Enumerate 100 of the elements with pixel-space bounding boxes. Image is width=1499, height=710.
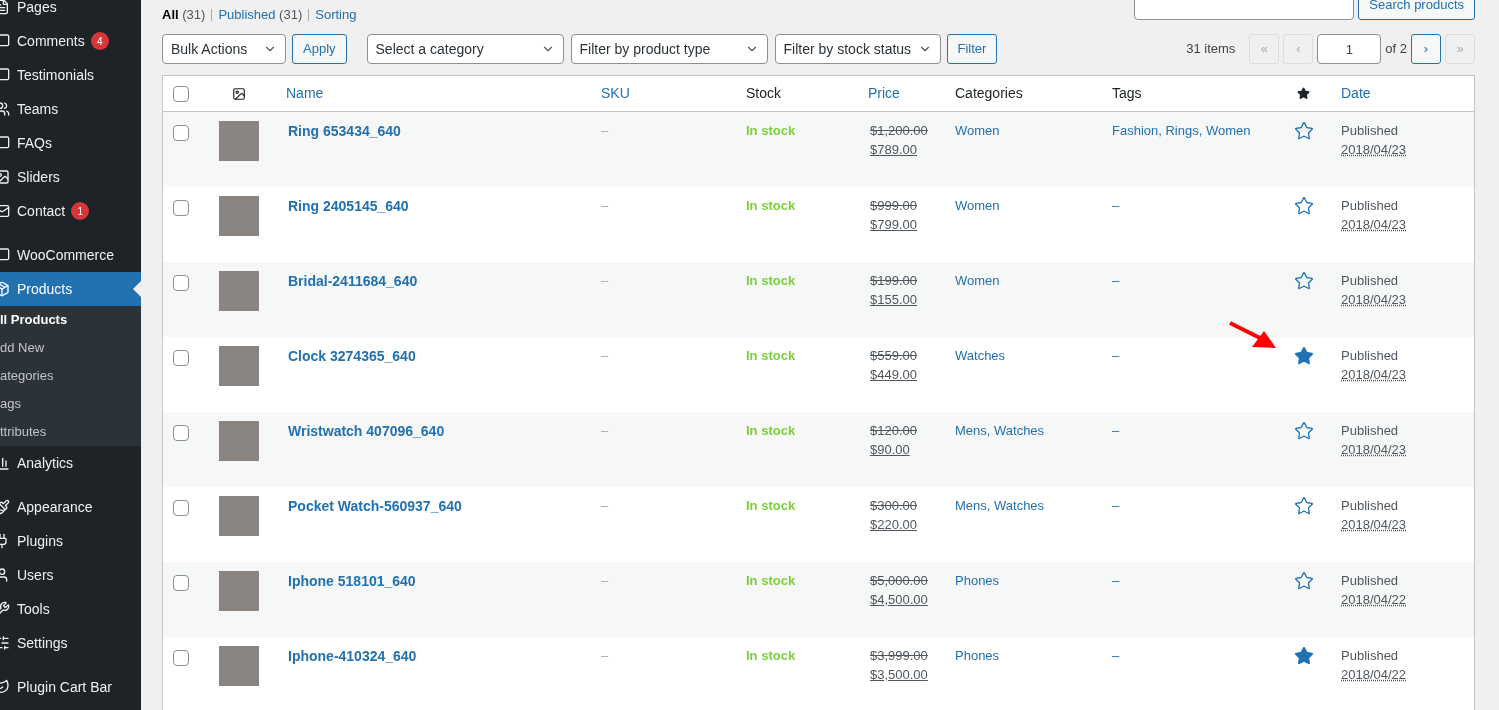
outline-star-icon[interactable] <box>1293 421 1314 441</box>
post-status: Published <box>1341 647 1400 665</box>
post-status: Published <box>1341 497 1400 515</box>
category-link[interactable]: Women <box>955 123 1000 138</box>
post-status: Published <box>1341 572 1400 590</box>
sku-text: – <box>601 423 609 438</box>
outline-star-icon[interactable] <box>1293 121 1314 141</box>
search-button[interactable]: Search products <box>1358 0 1475 20</box>
sku-text: – <box>601 648 609 663</box>
dropdown-select[interactable]: Select a category <box>366 34 564 64</box>
product-name-link[interactable]: Bridal-2411684_640 <box>288 273 418 289</box>
menu-item[interactable]: Analytics <box>0 446 141 480</box>
post-status: Published <box>1341 422 1400 440</box>
view-link[interactable]: All (31) <box>162 5 206 25</box>
column-header[interactable]: Name <box>286 85 324 101</box>
menu-item[interactable]: Contact 1 <box>0 194 141 228</box>
publish-date: 2018/04/22 <box>1341 666 1407 684</box>
menu-item[interactable]: Pages <box>0 0 141 24</box>
post-status: Published <box>1341 347 1400 365</box>
dropdown-select[interactable]: Filter by stock status <box>774 34 941 64</box>
column-header[interactable]: Price <box>868 85 900 101</box>
dropdown-select[interactable]: Bulk Actions <box>162 34 286 64</box>
submenu-item[interactable]: ags <box>0 390 141 418</box>
sku-text: – <box>601 273 609 288</box>
menu-item[interactable]: Sliders <box>0 160 141 194</box>
submenu-item[interactable]: dd New <box>0 334 141 362</box>
row-checkbox[interactable] <box>173 650 189 666</box>
menu-item[interactable]: Tools <box>0 592 141 626</box>
product-name-link[interactable]: Iphone 518101_640 <box>288 573 416 589</box>
stock-status: In stock <box>746 348 796 363</box>
dropdown-select[interactable]: Filter by product type <box>570 34 768 64</box>
outline-star-icon[interactable] <box>1293 196 1314 216</box>
stock-status: In stock <box>746 423 796 438</box>
regular-price: $1,200.00 <box>870 122 928 140</box>
publish-date: 2018/04/23 <box>1341 441 1407 459</box>
stock-status: In stock <box>746 123 796 138</box>
filter-button[interactable]: Filter <box>946 34 998 64</box>
menu-item[interactable]: Settings <box>0 626 141 660</box>
outline-star-icon[interactable] <box>1293 496 1314 516</box>
image-icon <box>231 86 246 101</box>
outline-star-icon[interactable] <box>1293 271 1314 291</box>
product-name-link[interactable]: Ring 653434_640 <box>288 123 401 139</box>
menu-item[interactable]: Products <box>0 272 141 306</box>
menu-item[interactable]: Plugins <box>0 524 141 558</box>
column-header[interactable]: SKU <box>601 85 630 101</box>
star-icon <box>1297 87 1310 100</box>
submenu-item[interactable]: ategories <box>0 362 141 390</box>
row-checkbox[interactable] <box>173 575 189 591</box>
row-checkbox[interactable] <box>173 200 189 216</box>
column-header[interactable]: Date <box>1341 85 1371 101</box>
category-link[interactable]: Phones <box>955 573 1000 588</box>
category-link[interactable]: Mens, Watches <box>955 423 1045 438</box>
product-name-link[interactable]: Clock 3274365_640 <box>288 348 416 364</box>
product-name-link[interactable]: Iphone-410324_640 <box>288 648 417 664</box>
view-link[interactable]: Published (31) <box>218 5 303 25</box>
menu-item[interactable]: Teams <box>0 92 141 126</box>
product-name-link[interactable]: Pocket Watch-560937_640 <box>288 498 462 514</box>
category-link[interactable]: Mens, Watches <box>955 498 1045 513</box>
product-name-link[interactable]: Ring 2405145_640 <box>288 198 409 214</box>
row-checkbox[interactable] <box>173 350 189 366</box>
photo-placeholder <box>219 271 259 311</box>
current-pointer-icon <box>133 281 141 297</box>
filled-star-icon[interactable] <box>1293 346 1314 366</box>
row-checkbox[interactable] <box>173 275 189 291</box>
submenu-item[interactable]: ttributes <box>0 418 141 446</box>
category-link[interactable]: Women <box>955 273 1000 288</box>
menu-item[interactable]: Plugin Cart Bar <box>0 670 141 704</box>
sku-text: – <box>601 123 609 138</box>
tags-text: – <box>1112 498 1120 513</box>
photo-placeholder <box>219 571 259 611</box>
select-all-checkbox[interactable] <box>173 85 189 102</box>
sku-text: – <box>601 573 609 588</box>
publish-date: 2018/04/23 <box>1341 291 1407 309</box>
sku-text: – <box>601 498 609 513</box>
row-checkbox[interactable] <box>173 500 189 516</box>
regular-price: $999.00 <box>870 197 917 215</box>
stock-status: In stock <box>746 573 796 588</box>
menu-item[interactable]: WooCommerce <box>0 238 141 272</box>
item-count: 31 items <box>1186 40 1236 59</box>
product-name-link[interactable]: Wristwatch 407096_640 <box>288 423 445 439</box>
filled-star-icon[interactable] <box>1293 646 1314 666</box>
row-checkbox[interactable] <box>173 425 189 441</box>
category-link[interactable]: Women <box>955 198 1000 213</box>
category-link[interactable]: Watches <box>955 348 1006 363</box>
category-link[interactable]: Phones <box>955 648 1000 663</box>
apply-button[interactable]: Apply <box>292 34 347 64</box>
menu-item[interactable]: Testimonials <box>0 58 141 92</box>
menu-item[interactable]: Comments 4 <box>0 24 141 58</box>
post-status: Published <box>1341 272 1400 290</box>
menu-item[interactable]: Users <box>0 558 141 592</box>
outline-star-icon[interactable] <box>1293 571 1314 591</box>
view-link[interactable]: Sorting <box>315 5 357 25</box>
page-number-field[interactable]: 1 <box>1317 34 1382 64</box>
next-page-button[interactable]: › <box>1411 34 1441 64</box>
menu-item[interactable]: Appearance <box>0 490 141 524</box>
sku-text: – <box>601 198 609 213</box>
photo-placeholder <box>219 196 259 236</box>
menu-item[interactable]: FAQs <box>0 126 141 160</box>
submenu-item[interactable]: ll Products <box>0 306 141 334</box>
row-checkbox[interactable] <box>173 125 189 141</box>
